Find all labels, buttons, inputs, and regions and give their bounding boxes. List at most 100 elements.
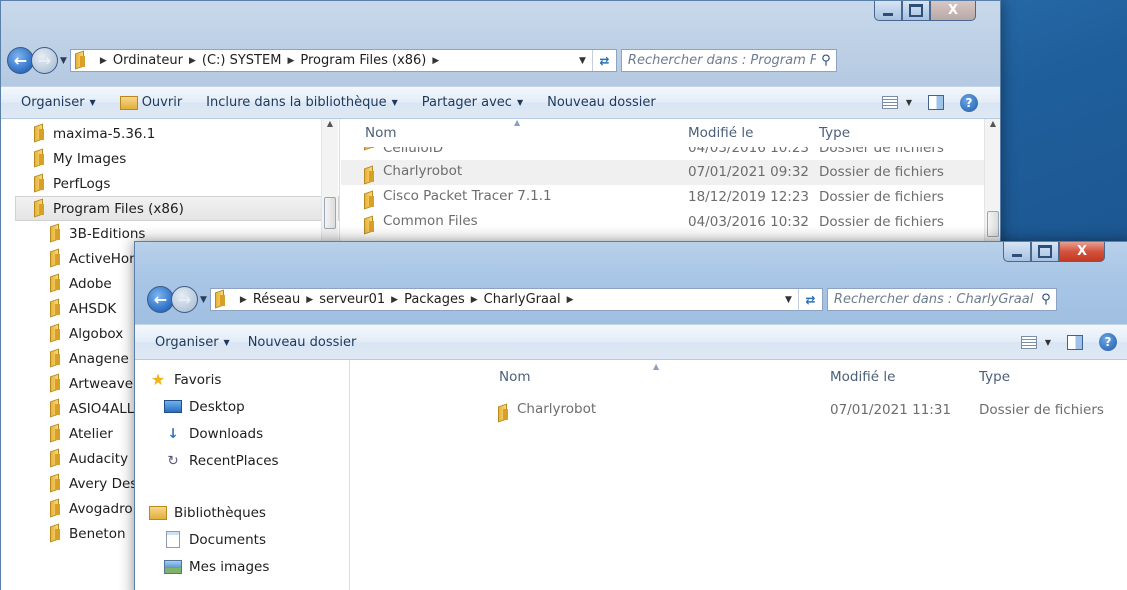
close-button[interactable]: X xyxy=(930,1,976,21)
folder-icon xyxy=(49,426,61,441)
forward-button[interactable]: → xyxy=(171,286,198,313)
nav-downloads[interactable]: Downloads xyxy=(149,420,349,447)
breadcrumb-server[interactable]: serveur01 xyxy=(319,292,385,307)
folder-icon xyxy=(49,326,61,341)
chevron-down-icon: ▼ xyxy=(89,98,96,107)
new-folder-button[interactable]: Nouveau dossier xyxy=(242,335,369,350)
file-row[interactable]: Charlyrobot 07/01/2021 11:31 Dossier de fi… xyxy=(351,398,1127,423)
minimize-button[interactable] xyxy=(1003,242,1031,262)
file-row[interactable]: Common Files 04/03/2016 10:32 Dossier de f… xyxy=(341,210,1000,235)
address-bar[interactable]: ▶ Ordinateur ▶ (C:) SYSTEM ▶ Program Fil… xyxy=(69,49,617,72)
column-type[interactable]: Type xyxy=(819,125,850,141)
tree-item-label: Anagene xyxy=(69,350,129,367)
command-bar: Organiser ▼ Ouvrir Inclure dans la bibli… xyxy=(1,86,1000,119)
refresh-icon[interactable]: ⇄ xyxy=(591,50,616,71)
maximize-button[interactable] xyxy=(902,1,930,21)
file-row[interactable]: CelluloID 04/03/2016 10:23 Dossier de fich… xyxy=(341,147,1000,160)
file-type: Dossier de fichiers xyxy=(819,164,944,180)
forward-button[interactable]: → xyxy=(31,47,58,74)
scroll-thumb[interactable] xyxy=(324,197,336,229)
preview-pane-icon[interactable] xyxy=(928,95,944,110)
file-modified: 04/03/2016 10:32 xyxy=(688,214,810,230)
back-button[interactable]: ← xyxy=(147,286,174,313)
scroll-thumb[interactable] xyxy=(987,211,999,237)
help-icon[interactable]: ? xyxy=(1099,333,1117,351)
tree-item[interactable]: My Images xyxy=(1,146,339,171)
search-box[interactable]: Rechercher dans : CharlyGraal ⚲ xyxy=(826,288,1057,311)
back-button[interactable]: ← xyxy=(7,47,34,74)
search-icon[interactable]: ⚲ xyxy=(816,53,836,68)
breadcrumb-computer[interactable]: Ordinateur xyxy=(113,53,183,68)
file-modified: 04/03/2016 10:23 xyxy=(688,147,810,156)
file-name-label: CelluloID xyxy=(383,147,444,156)
breadcrumb-network[interactable]: Réseau xyxy=(253,292,300,307)
tree-item-label: AHSDK xyxy=(69,300,117,317)
search-box[interactable]: Rechercher dans : Program Fil... ⚲ xyxy=(620,49,837,72)
preview-pane-icon[interactable] xyxy=(1067,334,1083,350)
tree-item-label: Atelier xyxy=(69,425,113,442)
address-dropdown-icon[interactable]: ▼ xyxy=(573,56,592,66)
nav-desktop[interactable]: Desktop xyxy=(149,393,349,420)
column-modified[interactable]: Modifié le xyxy=(688,125,753,141)
folder-icon xyxy=(33,126,45,141)
organize-button[interactable]: Organiser ▼ xyxy=(1,95,108,110)
chevron-down-icon: ▼ xyxy=(1044,337,1051,347)
new-folder-button[interactable]: Nouveau dossier xyxy=(535,95,668,110)
address-bar[interactable]: ▶ Réseau ▶ serveur01 ▶ Packages ▶ Charly… xyxy=(209,288,823,311)
tree-item[interactable]: PerfLogs xyxy=(1,171,339,196)
scroll-up-icon[interactable]: ▲ xyxy=(985,119,1000,135)
chevron-right-icon[interactable]: ▶ xyxy=(471,295,478,305)
column-header: ▲ Nom Modifié le Type xyxy=(341,119,1000,147)
chevron-right-icon[interactable]: ▶ xyxy=(567,295,574,305)
chevron-right-icon[interactable]: ▶ xyxy=(432,56,439,66)
change-view-button[interactable]: ▼ xyxy=(881,96,912,109)
downloads-label: Downloads xyxy=(189,425,264,442)
minimize-button[interactable] xyxy=(874,1,902,21)
recent-pages-dropdown[interactable]: ▼ xyxy=(200,295,207,305)
refresh-icon[interactable]: ⇄ xyxy=(797,289,822,310)
chevron-right-icon[interactable]: ▶ xyxy=(240,295,247,305)
column-type[interactable]: Type xyxy=(979,369,1010,385)
breadcrumb-packages[interactable]: Packages xyxy=(404,292,465,307)
recent-pages-dropdown[interactable]: ▼ xyxy=(60,56,67,66)
organize-button[interactable]: Organiser ▼ xyxy=(135,335,242,350)
window-body: ★ Favoris Desktop Downloads RecentPlaces… xyxy=(135,360,1127,590)
address-dropdown-icon[interactable]: ▼ xyxy=(779,295,798,305)
nav-pictures[interactable]: Mes images xyxy=(149,553,349,580)
column-modified[interactable]: Modifié le xyxy=(830,369,895,385)
file-row[interactable]: Charlyrobot 07/01/2021 09:32 Dossier de fi… xyxy=(341,160,1000,185)
file-type: Dossier de fichiers xyxy=(819,189,944,205)
folder-icon xyxy=(49,376,61,391)
chevron-right-icon[interactable]: ▶ xyxy=(189,56,196,66)
view-controls: ▼ ? xyxy=(881,93,1000,112)
chevron-right-icon[interactable]: ▶ xyxy=(100,56,107,66)
breadcrumb-charlygraal[interactable]: CharlyGraal xyxy=(484,292,561,307)
file-row[interactable]: Cisco Packet Tracer 7.1.1 18/12/2019 12:2… xyxy=(341,185,1000,210)
chevron-right-icon[interactable]: ▶ xyxy=(306,295,313,305)
breadcrumb-program-files[interactable]: Program Files (x86) xyxy=(300,53,426,68)
change-view-button[interactable]: ▼ xyxy=(1020,335,1051,349)
nav-libraries[interactable]: Bibliothèques xyxy=(149,499,349,526)
scroll-up-icon[interactable]: ▲ xyxy=(322,119,338,135)
close-button[interactable]: X xyxy=(1059,242,1105,262)
breadcrumb-drive[interactable]: (C:) SYSTEM xyxy=(202,53,282,68)
nav-recent-places[interactable]: RecentPlaces xyxy=(149,447,349,474)
nav-favorites[interactable]: ★ Favoris xyxy=(149,366,349,393)
tree-item[interactable]: maxima-5.36.1 xyxy=(1,121,339,146)
open-button[interactable]: Ouvrir xyxy=(108,95,194,111)
file-type: Dossier de fichiers xyxy=(979,402,1104,418)
column-name[interactable]: Nom xyxy=(365,125,397,141)
include-library-button[interactable]: Inclure dans la bibliothèque ▼ xyxy=(194,95,410,110)
tree-item[interactable]: Program Files (x86) xyxy=(15,196,339,221)
search-icon[interactable]: ⚲ xyxy=(1036,292,1056,307)
documents-icon xyxy=(164,532,182,548)
share-button[interactable]: Partager avec ▼ xyxy=(410,95,535,110)
column-name[interactable]: Nom xyxy=(499,369,531,385)
file-name: CelluloID xyxy=(363,147,443,156)
help-icon[interactable]: ? xyxy=(960,93,978,112)
nav-documents[interactable]: Documents xyxy=(149,526,349,553)
chevron-right-icon[interactable]: ▶ xyxy=(391,295,398,305)
maximize-button[interactable] xyxy=(1031,242,1059,262)
chevron-right-icon[interactable]: ▶ xyxy=(287,56,294,66)
file-name: Common Files xyxy=(363,213,478,232)
